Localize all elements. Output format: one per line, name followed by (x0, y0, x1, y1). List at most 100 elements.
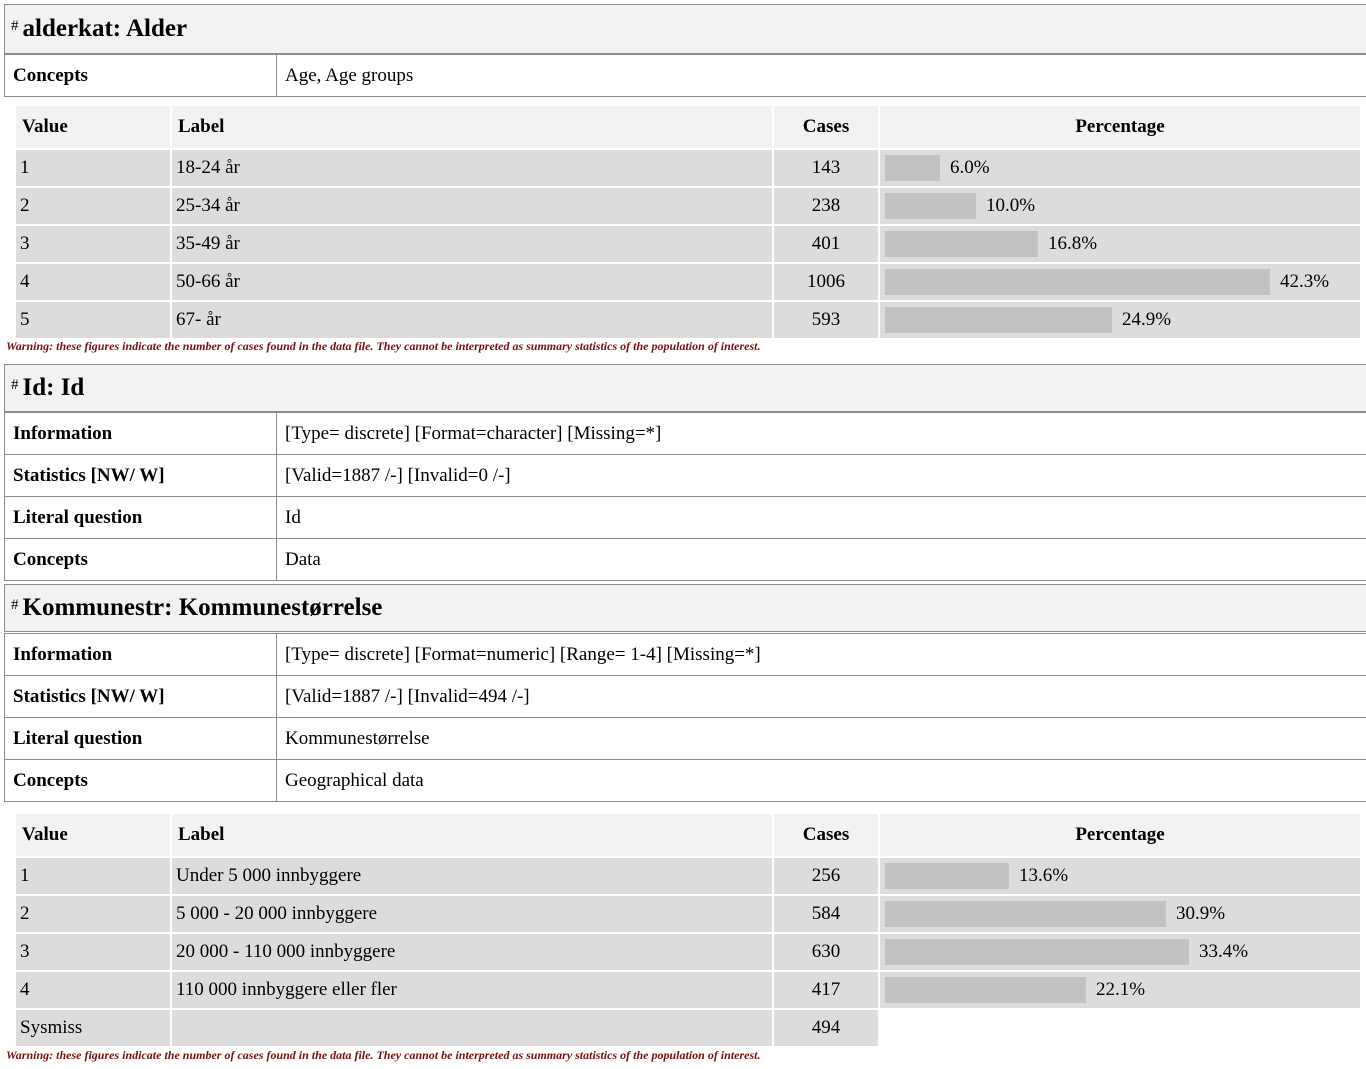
cell-value: 2 (16, 188, 170, 224)
header-label: Label (172, 106, 772, 148)
info-row-literal-question: Literal question Kommunestørrelse (4, 717, 1366, 760)
cell-percentage: 10.0% (880, 188, 1360, 224)
info-row-statistics: Statistics [NW/ W] [Valid=1887 /-] [Inva… (4, 454, 1366, 497)
percentage-label: 10.0% (986, 195, 1036, 216)
info-key: Concepts (4, 759, 277, 802)
cell-percentage: 30.9% (880, 896, 1360, 932)
info-value: [Valid=1887 /-] [Invalid=0 /-] (276, 454, 1366, 497)
header-cases: Cases (774, 106, 878, 148)
cell-label: 25-34 år (172, 188, 772, 224)
cell-percentage: 22.1% (880, 972, 1360, 1008)
percentage-bar (885, 939, 1189, 965)
cell-value: 3 (16, 934, 170, 970)
cell-value: 1 (16, 150, 170, 186)
info-value: [Valid=1887 /-] [Invalid=494 /-] (276, 675, 1366, 718)
info-value: Data (276, 538, 1366, 581)
info-key: Literal question (4, 496, 277, 539)
table-row: 3 20 000 - 110 000 innbyggere 630 33.4% (16, 934, 1360, 970)
info-row-information: Information [Type= discrete] [Format=num… (4, 633, 1366, 676)
percentage-label: 42.3% (1280, 271, 1330, 292)
percentage-bar (885, 193, 976, 219)
variable-info-table: Information [Type= discrete] [Format=cha… (4, 412, 1366, 581)
percentage-label: 24.9% (1122, 309, 1172, 330)
info-key: Statistics [NW/ W] (4, 454, 277, 497)
percentage-bar (885, 307, 1112, 333)
cell-cases: 584 (774, 896, 878, 932)
percentage-bar (885, 977, 1086, 1003)
cell-cases: 401 (774, 226, 878, 262)
cell-value: Sysmiss (16, 1010, 170, 1046)
cell-value: 1 (16, 858, 170, 894)
info-value: Kommunestørrelse (276, 717, 1366, 760)
info-value: Geographical data (276, 759, 1366, 802)
table-row: 4 50-66 år 1006 42.3% (16, 264, 1360, 300)
cell-value: 2 (16, 896, 170, 932)
cell-label: Under 5 000 innbyggere (172, 858, 772, 894)
cell-label: 35-49 år (172, 226, 772, 262)
anchor-hash: # (11, 376, 19, 393)
info-row-information: Information [Type= discrete] [Format=cha… (4, 412, 1366, 455)
info-value: [Type= discrete] [Format=character] [Mis… (276, 412, 1366, 455)
header-value: Value (16, 106, 170, 148)
cell-cases: 143 (774, 150, 878, 186)
percentage-bar (885, 863, 1009, 889)
header-percentage: Percentage (880, 814, 1360, 856)
anchor-hash: # (11, 17, 19, 34)
header-value: Value (16, 814, 170, 856)
percentage-label: 16.8% (1048, 233, 1098, 254)
percentage-bar (885, 901, 1166, 927)
warning-note: Warning: these figures indicate the numb… (6, 339, 761, 353)
cell-cases: 256 (774, 858, 878, 894)
variable-header-alderkat[interactable]: # alderkat: Alder (4, 4, 1366, 54)
percentage-label: 33.4% (1199, 941, 1249, 962)
cell-percentage: 42.3% (880, 264, 1360, 300)
percentage-bar (885, 155, 940, 181)
cell-label: 50-66 år (172, 264, 772, 300)
variable-header-id[interactable]: # Id: Id (4, 364, 1366, 412)
header-label: Label (172, 814, 772, 856)
warning-note: Warning: these figures indicate the numb… (6, 1048, 761, 1062)
info-key: Concepts (4, 538, 277, 581)
cell-cases: 494 (774, 1010, 878, 1046)
table-row: 4 110 000 innbyggere eller fler 417 22.1% (16, 972, 1360, 1008)
cell-percentage: 16.8% (880, 226, 1360, 262)
cell-label: 18-24 år (172, 150, 772, 186)
info-row-concepts: Concepts Age, Age groups (4, 54, 1366, 97)
table-row: 1 Under 5 000 innbyggere 256 13.6% (16, 858, 1360, 894)
percentage-label: 30.9% (1176, 903, 1226, 924)
cell-value: 5 (16, 302, 170, 338)
cell-label: 110 000 innbyggere eller fler (172, 972, 772, 1008)
cell-percentage (880, 1010, 1360, 1046)
variable-title: Kommunestr: Kommunestørrelse (22, 594, 383, 621)
cell-value: 3 (16, 226, 170, 262)
header-percentage: Percentage (880, 106, 1360, 148)
table-row: 3 35-49 år 401 16.8% (16, 226, 1360, 262)
cell-cases: 417 (774, 972, 878, 1008)
table-row: 5 67- år 593 24.9% (16, 302, 1360, 338)
table-row: 2 25-34 år 238 10.0% (16, 188, 1360, 224)
table-header-row: Value Label Cases Percentage (16, 106, 1360, 148)
cell-cases: 238 (774, 188, 878, 224)
info-value: [Type= discrete] [Format=numeric] [Range… (276, 633, 1366, 676)
table-header-row: Value Label Cases Percentage (16, 814, 1360, 856)
cell-value: 4 (16, 972, 170, 1008)
table-row: 1 18-24 år 143 6.0% (16, 150, 1360, 186)
cell-label: 5 000 - 20 000 innbyggere (172, 896, 772, 932)
variable-header-kommunestr[interactable]: # Kommunestr: Kommunestørrelse (4, 584, 1366, 632)
percentage-label: 13.6% (1019, 865, 1069, 886)
cell-percentage: 13.6% (880, 858, 1360, 894)
cell-cases: 1006 (774, 264, 878, 300)
variable-info-table: Concepts Age, Age groups (4, 54, 1366, 97)
cell-value: 4 (16, 264, 170, 300)
cell-cases: 593 (774, 302, 878, 338)
category-table-kommunestr: Value Label Cases Percentage 1 Under 5 00… (14, 812, 1362, 1048)
percentage-label: 6.0% (950, 157, 990, 178)
info-row-literal-question: Literal question Id (4, 496, 1366, 539)
info-row-statistics: Statistics [NW/ W] [Valid=1887 /-] [Inva… (4, 675, 1366, 718)
cell-label: 20 000 - 110 000 innbyggere (172, 934, 772, 970)
info-key: Concepts (4, 54, 277, 97)
variable-info-table: Information [Type= discrete] [Format=num… (4, 633, 1366, 802)
cell-label: 67- år (172, 302, 772, 338)
info-key: Statistics [NW/ W] (4, 675, 277, 718)
info-value: Age, Age groups (276, 54, 1366, 97)
